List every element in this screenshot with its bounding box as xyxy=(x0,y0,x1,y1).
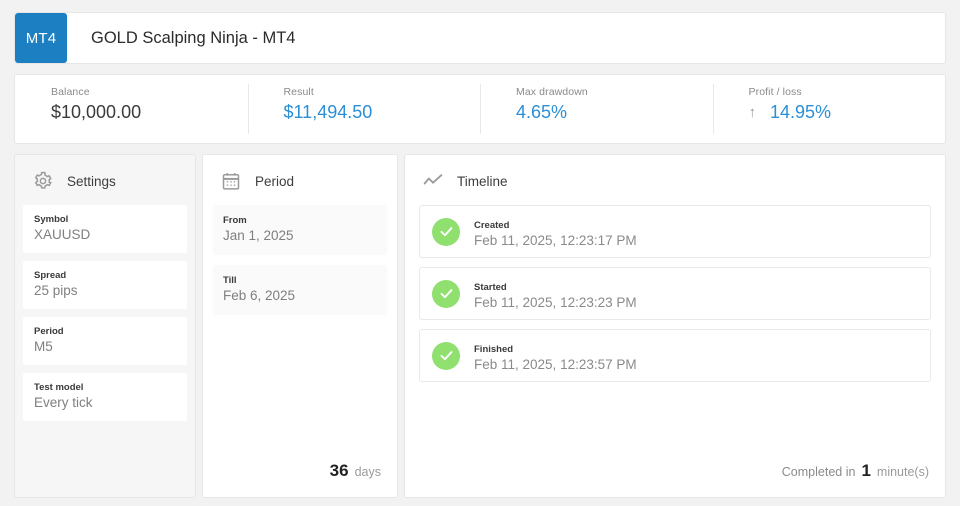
timeline-card-title: Timeline xyxy=(457,173,508,189)
field-label: Till xyxy=(223,275,237,286)
stat-max-drawdown: Max drawdown 4.65% xyxy=(480,84,713,134)
stat-label: Profit / loss xyxy=(748,86,802,98)
stat-label: Balance xyxy=(51,86,90,98)
timeline-row-text: Created Feb 11, 2025, 12:23:17 PM xyxy=(474,215,637,248)
completed-unit: minute(s) xyxy=(876,465,929,479)
field-label: Test model xyxy=(34,382,84,393)
timeline-event-label: Created xyxy=(474,220,510,231)
completed-prefix: Completed in xyxy=(781,465,856,479)
field-label: From xyxy=(223,215,247,226)
timeline-event-time: Feb 11, 2025, 12:23:57 PM xyxy=(474,357,637,372)
settings-fields: Symbol XAUUSD Spread 25 pips Period M5 T… xyxy=(15,205,195,429)
timeline-completed: Completed in 1 minute(s) xyxy=(405,461,945,497)
timeline-row-created: Created Feb 11, 2025, 12:23:17 PM xyxy=(419,205,931,258)
setting-spread: Spread 25 pips xyxy=(23,261,187,309)
stat-value: $11,494.50 xyxy=(283,102,373,122)
settings-card-title: Settings xyxy=(67,173,116,189)
field-value: Every tick xyxy=(34,395,93,410)
stat-label: Result xyxy=(283,86,314,98)
field-value: Feb 6, 2025 xyxy=(223,288,296,303)
timeline-card: Timeline Created Feb 11, 2025, 12:23:17 … xyxy=(404,154,946,498)
field-label: Symbol xyxy=(34,214,69,225)
period-card-header: Period xyxy=(203,155,397,205)
timeline-card-header: Timeline xyxy=(405,155,945,205)
arrow-up-icon: ↑ xyxy=(748,104,757,121)
page-title: GOLD Scalping Ninja - MT4 xyxy=(91,28,296,47)
timeline-event-time: Feb 11, 2025, 12:23:17 PM xyxy=(474,233,637,248)
completed-value: 1 xyxy=(861,461,871,480)
check-circle-icon xyxy=(432,279,460,308)
stat-value: 14.95% xyxy=(770,102,832,122)
field-value: XAUUSD xyxy=(34,227,91,242)
period-duration-value: 36 xyxy=(329,461,349,480)
setting-period: Period M5 xyxy=(23,317,187,365)
platform-badge-label: MT4 xyxy=(25,29,57,47)
line-chart-icon xyxy=(423,171,443,191)
setting-test-model: Test model Every tick xyxy=(23,373,187,421)
timeline-events: Created Feb 11, 2025, 12:23:17 PM Starte… xyxy=(405,205,945,382)
gear-icon xyxy=(33,171,53,191)
settings-card-header: Settings xyxy=(15,155,195,205)
cards-row: Settings Symbol XAUUSD Spread 25 pips Pe… xyxy=(14,154,946,498)
period-fields: From Jan 1, 2025 Till Feb 6, 2025 xyxy=(203,205,397,461)
period-card: Period From Jan 1, 2025 Till Feb 6, 2025… xyxy=(202,154,398,498)
timeline-row-text: Finished Feb 11, 2025, 12:23:57 PM xyxy=(474,339,637,372)
period-duration-unit: days xyxy=(354,465,381,479)
platform-badge: MT4 xyxy=(15,13,67,63)
period-card-title: Period xyxy=(255,173,295,189)
timeline-event-time: Feb 11, 2025, 12:23:23 PM xyxy=(474,295,637,310)
check-circle-icon xyxy=(432,217,460,246)
stat-result: Result $11,494.50 xyxy=(247,84,481,134)
timeline-row-started: Started Feb 11, 2025, 12:23:23 PM xyxy=(419,267,931,320)
setting-symbol: Symbol XAUUSD xyxy=(23,205,187,253)
period-from: From Jan 1, 2025 xyxy=(213,205,387,255)
timeline-row-text: Started Feb 11, 2025, 12:23:23 PM xyxy=(474,277,637,310)
calendar-icon xyxy=(221,171,241,191)
field-value: Jan 1, 2025 xyxy=(223,228,294,243)
settings-card: Settings Symbol XAUUSD Spread 25 pips Pe… xyxy=(14,154,196,498)
field-label: Spread xyxy=(34,270,67,281)
stat-value: 4.65% xyxy=(516,102,568,122)
timeline-row-finished: Finished Feb 11, 2025, 12:23:57 PM xyxy=(419,329,931,382)
field-label: Period xyxy=(34,326,64,337)
timeline-event-label: Started xyxy=(474,282,507,293)
stats-bar: Balance $10,000.00 Result $11,494.50 Max… xyxy=(14,74,946,144)
page-root: MT4 GOLD Scalping Ninja - MT4 Balance $1… xyxy=(0,0,960,506)
period-duration: 36 days xyxy=(203,461,397,497)
stat-profit-loss: Profit / loss ↑ 14.95% xyxy=(712,84,946,134)
timeline-event-label: Finished xyxy=(474,344,514,355)
field-value: 25 pips xyxy=(34,283,78,298)
check-circle-icon xyxy=(432,341,460,370)
stat-value: $10,000.00 xyxy=(51,102,142,122)
header-card: MT4 GOLD Scalping Ninja - MT4 xyxy=(14,12,946,64)
stat-label: Max drawdown xyxy=(516,86,588,98)
stat-balance: Balance $10,000.00 xyxy=(15,86,248,132)
period-till: Till Feb 6, 2025 xyxy=(213,265,387,315)
field-value: M5 xyxy=(34,339,53,354)
